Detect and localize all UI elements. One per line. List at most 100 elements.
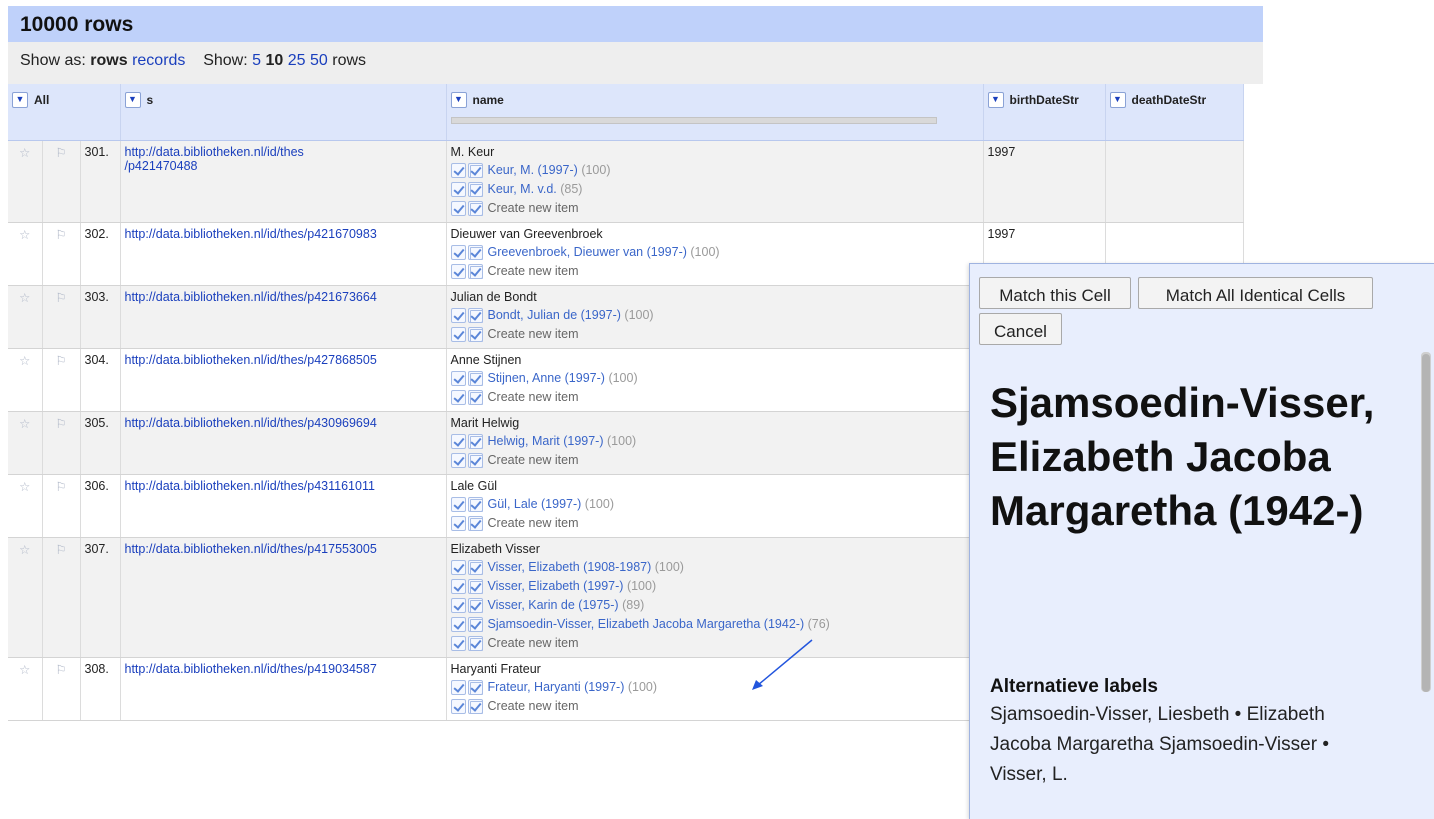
flag-icon[interactable]: ⚐ (42, 537, 81, 658)
subject-link[interactable]: http://data.bibliotheken.nl/id/thes/p421… (125, 227, 377, 241)
check-all-icon[interactable] (467, 515, 483, 531)
page-size-5[interactable]: 5 (252, 52, 261, 69)
flag-icon[interactable]: ⚐ (42, 285, 81, 349)
create-new-item-option[interactable]: Create new item (488, 453, 579, 467)
check-icon[interactable] (450, 559, 466, 575)
star-icon[interactable]: ☆ (8, 285, 43, 349)
match-all-identical-cells-button[interactable]: Match All Identical Cells (1138, 277, 1373, 309)
candidate-link[interactable]: Helwig, Marit (1997-) (488, 434, 604, 448)
column-header-s[interactable]: ▼ s (120, 84, 447, 141)
subject-link[interactable]: http://data.bibliotheken.nl/id/thes/p421… (125, 290, 377, 304)
check-icon[interactable] (450, 389, 466, 405)
column-header-all[interactable]: ▼ All (8, 84, 121, 141)
check-all-icon[interactable] (467, 370, 483, 386)
check-all-icon[interactable] (467, 578, 483, 594)
column-header-birthdatestr[interactable]: ▼ birthDateStr (983, 84, 1106, 141)
check-all-icon[interactable] (467, 433, 483, 449)
flag-icon[interactable]: ⚐ (42, 222, 81, 286)
create-new-item-option[interactable]: Create new item (488, 699, 579, 713)
check-all-icon[interactable] (467, 452, 483, 468)
create-new-item-option[interactable]: Create new item (488, 636, 579, 650)
create-new-item-option[interactable]: Create new item (488, 390, 579, 404)
check-all-icon[interactable] (467, 263, 483, 279)
check-icon[interactable] (450, 263, 466, 279)
check-icon[interactable] (450, 635, 466, 651)
check-all-icon[interactable] (467, 496, 483, 512)
check-all-icon[interactable] (467, 181, 483, 197)
create-new-item-option[interactable]: Create new item (488, 516, 579, 530)
check-icon[interactable] (450, 326, 466, 342)
page-size-50[interactable]: 50 (310, 52, 328, 69)
candidate-link[interactable]: Visser, Elizabeth (1908-1987) (488, 560, 652, 574)
column-header-deathdatestr[interactable]: ▼ deathDateStr (1105, 84, 1244, 141)
check-icon[interactable] (450, 578, 466, 594)
subject-link[interactable]: http://data.bibliotheken.nl/id/thes/p421… (125, 145, 304, 173)
check-icon[interactable] (450, 370, 466, 386)
check-all-icon[interactable] (467, 389, 483, 405)
star-icon[interactable]: ☆ (8, 348, 43, 412)
check-icon[interactable] (450, 200, 466, 216)
star-icon[interactable]: ☆ (8, 140, 43, 223)
candidate-link[interactable]: Keur, M. v.d. (488, 182, 557, 196)
check-icon[interactable] (450, 452, 466, 468)
flag-icon[interactable]: ⚐ (42, 140, 81, 223)
check-all-icon[interactable] (467, 635, 483, 651)
dropdown-icon[interactable]: ▼ (987, 92, 1004, 108)
check-all-icon[interactable] (467, 616, 483, 632)
check-icon[interactable] (450, 433, 466, 449)
dropdown-icon[interactable]: ▼ (450, 92, 467, 108)
candidate-link[interactable]: Frateur, Haryanti (1997-) (488, 680, 625, 694)
check-all-icon[interactable] (467, 559, 483, 575)
subject-link[interactable]: http://data.bibliotheken.nl/id/thes/p417… (125, 542, 377, 556)
match-this-cell-button[interactable]: Match this Cell (979, 277, 1131, 309)
check-all-icon[interactable] (467, 698, 483, 714)
check-all-icon[interactable] (467, 326, 483, 342)
candidate-link[interactable]: Visser, Karin de (1975-) (488, 598, 619, 612)
popup-scrollbar-thumb[interactable] (1422, 354, 1430, 692)
flag-icon[interactable]: ⚐ (42, 411, 81, 475)
subject-link[interactable]: http://data.bibliotheken.nl/id/thes/p430… (125, 416, 377, 430)
candidate-link[interactable]: Bondt, Julian de (1997-) (488, 308, 621, 322)
page-size-25[interactable]: 25 (288, 52, 306, 69)
check-icon[interactable] (450, 698, 466, 714)
candidate-link[interactable]: Greevenbroek, Dieuwer van (1997-) (488, 245, 687, 259)
create-new-item-option[interactable]: Create new item (488, 201, 579, 215)
create-new-item-option[interactable]: Create new item (488, 264, 579, 278)
candidate-link[interactable]: Keur, M. (1997-) (488, 163, 578, 177)
mode-records-link[interactable]: records (132, 52, 185, 69)
check-all-icon[interactable] (467, 162, 483, 178)
star-icon[interactable]: ☆ (8, 537, 43, 658)
candidate-link[interactable]: Sjamsoedin-Visser, Elizabeth Jacoba Marg… (488, 617, 805, 631)
check-icon[interactable] (450, 597, 466, 613)
check-icon[interactable] (450, 679, 466, 695)
check-icon[interactable] (450, 181, 466, 197)
check-icon[interactable] (450, 515, 466, 531)
check-all-icon[interactable] (467, 200, 483, 216)
subject-link[interactable]: http://data.bibliotheken.nl/id/thes/p419… (125, 662, 377, 676)
flag-icon[interactable]: ⚐ (42, 474, 81, 538)
column-header-name[interactable]: ▼ name (446, 84, 984, 141)
star-icon[interactable]: ☆ (8, 222, 43, 286)
subject-link[interactable]: http://data.bibliotheken.nl/id/thes/p431… (125, 479, 375, 493)
cancel-button[interactable]: Cancel (979, 313, 1062, 345)
star-icon[interactable]: ☆ (8, 474, 43, 538)
subject-link[interactable]: http://data.bibliotheken.nl/id/thes/p427… (125, 353, 377, 367)
star-icon[interactable]: ☆ (8, 411, 43, 475)
dropdown-icon[interactable]: ▼ (1109, 92, 1126, 108)
dropdown-icon[interactable]: ▼ (124, 92, 141, 108)
create-new-item-option[interactable]: Create new item (488, 327, 579, 341)
check-icon[interactable] (450, 307, 466, 323)
candidate-link[interactable]: Visser, Elizabeth (1997-) (488, 579, 624, 593)
candidate-link[interactable]: Gül, Lale (1997-) (488, 497, 582, 511)
star-icon[interactable]: ☆ (8, 657, 43, 721)
check-all-icon[interactable] (467, 244, 483, 260)
flag-icon[interactable]: ⚐ (42, 348, 81, 412)
check-icon[interactable] (450, 496, 466, 512)
flag-icon[interactable]: ⚐ (42, 657, 81, 721)
check-icon[interactable] (450, 244, 466, 260)
check-icon[interactable] (450, 162, 466, 178)
dropdown-icon[interactable]: ▼ (12, 92, 28, 108)
candidate-link[interactable]: Stijnen, Anne (1997-) (488, 371, 605, 385)
check-all-icon[interactable] (467, 679, 483, 695)
check-all-icon[interactable] (467, 307, 483, 323)
